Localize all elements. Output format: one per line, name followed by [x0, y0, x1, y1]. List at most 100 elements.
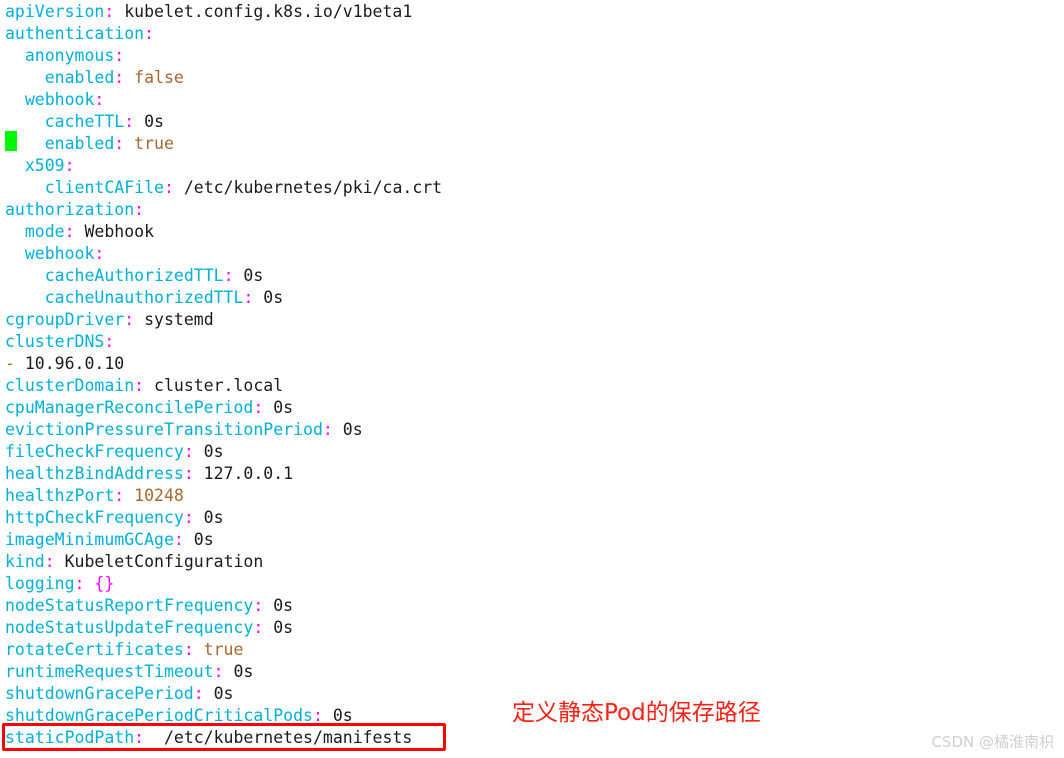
yaml-key: x509	[24, 156, 65, 175]
yaml-key: anonymous	[24, 46, 115, 65]
code-line: shutdownGracePeriod: 0s	[5, 683, 442, 705]
yaml-colon: :	[104, 2, 115, 21]
yaml-colon: :	[104, 332, 115, 351]
yaml-value: true	[124, 134, 174, 153]
code-line: cacheTTL: 0s	[5, 111, 442, 133]
yaml-key: evictionPressureTransitionPeriod	[5, 420, 323, 439]
yaml-colon: :	[134, 728, 145, 747]
yaml-colon: :	[173, 530, 184, 549]
code-line: clusterDomain: cluster.local	[5, 375, 442, 397]
yaml-colon: :	[134, 200, 145, 219]
yaml-key: httpCheckFrequency	[5, 508, 184, 527]
code-line: fileCheckFrequency: 0s	[5, 441, 442, 463]
code-line: logging: {}	[5, 573, 442, 595]
yaml-value: 0s	[263, 398, 294, 417]
yaml-key: clusterDomain	[5, 376, 135, 395]
code-line: shutdownGracePeriodCriticalPods: 0s	[5, 705, 442, 727]
yaml-key: authorization	[5, 200, 135, 219]
yaml-colon: :	[124, 112, 135, 131]
code-line: nodeStatusReportFrequency: 0s	[5, 595, 442, 617]
yaml-value: {}	[84, 574, 115, 593]
code-line: runtimeRequestTimeout: 0s	[5, 661, 442, 683]
yaml-value: 0s	[193, 508, 224, 527]
code-line: rotateCertificates: true	[5, 639, 442, 661]
yaml-colon: :	[312, 706, 323, 725]
yaml-key: enabled	[44, 68, 115, 87]
yaml-colon: :	[253, 398, 264, 417]
yaml-colon: :	[124, 310, 135, 329]
code-line: nodeStatusUpdateFrequency: 0s	[5, 617, 442, 639]
code-line: authorization:	[5, 199, 442, 221]
yaml-value: 0s	[183, 530, 214, 549]
yaml-colon: :	[114, 68, 125, 87]
yaml-key: shutdownGracePeriod	[5, 684, 194, 703]
yaml-key: enabled	[44, 134, 115, 153]
code-line: anonymous:	[5, 45, 442, 67]
yaml-key: healthzBindAddress	[5, 464, 184, 483]
yaml-value: 0s	[134, 112, 164, 131]
yaml-key: apiVersion	[5, 2, 105, 21]
yaml-value: 0s	[322, 706, 353, 725]
yaml-key: cacheAuthorizedTTL	[44, 266, 224, 285]
code-editor-pane[interactable]: apiVersion: kubelet.config.k8s.io/v1beta…	[0, 0, 1064, 758]
yaml-value: false	[124, 68, 184, 87]
yaml-colon: :	[163, 178, 174, 197]
code-line: x509:	[5, 155, 442, 177]
yaml-value: KubeletConfiguration	[54, 552, 264, 571]
yaml-colon: :	[223, 266, 234, 285]
terminal-cursor-block	[5, 131, 17, 151]
yaml-colon: :	[64, 222, 75, 241]
watermark-label: CSDN @橘淮南枳	[931, 733, 1054, 751]
yaml-colon: :	[74, 574, 85, 593]
code-line: healthzPort: 10248	[5, 485, 442, 507]
code-line: evictionPressureTransitionPeriod: 0s	[5, 419, 442, 441]
yaml-colon: :	[213, 662, 224, 681]
yaml-value: 0s	[332, 420, 363, 439]
code-line: kind: KubeletConfiguration	[5, 551, 442, 573]
code-line: clientCAFile: /etc/kubernetes/pki/ca.crt	[5, 177, 442, 199]
code-line: healthzBindAddress: 127.0.0.1	[5, 463, 442, 485]
yaml-colon: :	[134, 376, 145, 395]
yaml-value: 10.96.0.10	[14, 354, 125, 373]
yaml-colon: :	[183, 442, 194, 461]
yaml-colon: :	[94, 90, 105, 109]
yaml-key: runtimeRequestTimeout	[5, 662, 214, 681]
yaml-key: cacheTTL	[44, 112, 125, 131]
yaml-value: 0s	[223, 662, 254, 681]
yaml-colon: :	[253, 596, 264, 615]
code-line: httpCheckFrequency: 0s	[5, 507, 442, 529]
yaml-key: logging	[5, 574, 75, 593]
code-line: staticPodPath: /etc/kubernetes/manifests	[5, 727, 442, 749]
yaml-colon: :	[114, 134, 125, 153]
code-line: enabled: true	[5, 133, 442, 155]
code-line: cgroupDriver: systemd	[5, 309, 442, 331]
yaml-value: kubelet.config.k8s.io/v1beta1	[114, 2, 413, 21]
yaml-key: kind	[5, 552, 45, 571]
yaml-colon: :	[94, 244, 105, 263]
yaml-colon: :	[183, 640, 194, 659]
code-line: cpuManagerReconcilePeriod: 0s	[5, 397, 442, 419]
yaml-source-code[interactable]: apiVersion: kubelet.config.k8s.io/v1beta…	[5, 1, 442, 749]
yaml-colon: :	[144, 24, 155, 43]
code-line: cacheUnauthorizedTTL: 0s	[5, 287, 442, 309]
yaml-colon: :	[183, 508, 194, 527]
yaml-value: true	[193, 640, 244, 659]
yaml-key: mode	[24, 222, 65, 241]
code-line: webhook:	[5, 89, 442, 111]
code-line: webhook:	[5, 243, 442, 265]
yaml-key: clusterDNS	[5, 332, 105, 351]
yaml-value: 127.0.0.1	[193, 464, 294, 483]
yaml-colon: :	[322, 420, 333, 439]
sequence-dash: -	[5, 354, 15, 373]
code-line: authentication:	[5, 23, 442, 45]
yaml-value: cluster.local	[144, 376, 284, 395]
yaml-key: rotateCertificates	[5, 640, 184, 659]
yaml-key: nodeStatusReportFrequency	[5, 596, 254, 615]
yaml-key: webhook	[24, 90, 95, 109]
